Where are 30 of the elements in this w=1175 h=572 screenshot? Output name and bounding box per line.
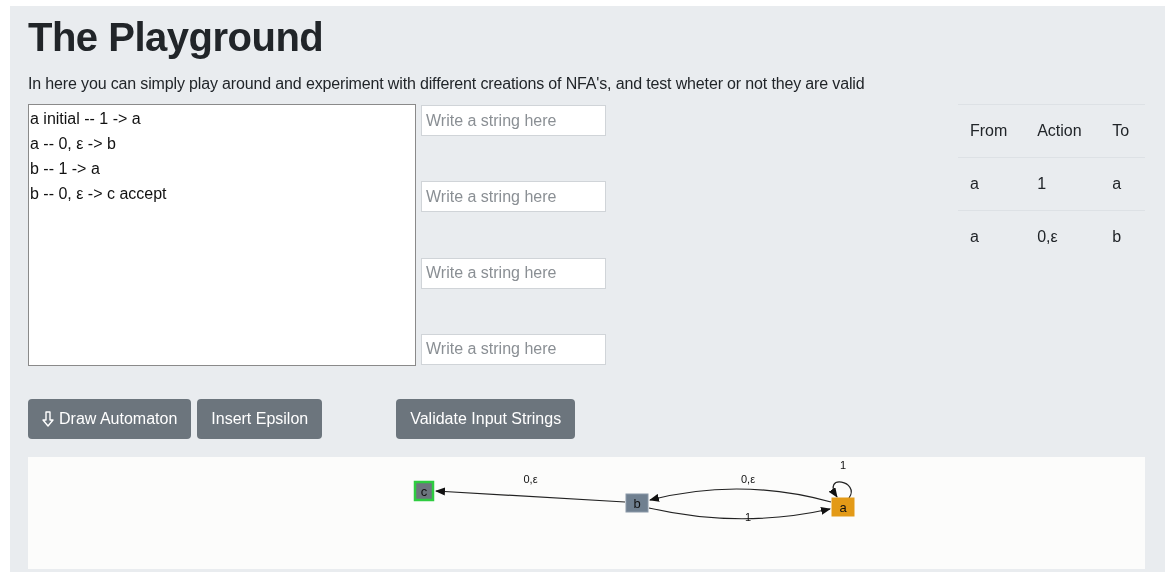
active-state	[831, 497, 855, 517]
state-label: a	[839, 499, 847, 515]
column-header: From	[958, 104, 1026, 158]
table-cell: 1	[1025, 157, 1101, 211]
table-cell: 0,ε	[1025, 210, 1101, 263]
accept-state	[413, 480, 435, 502]
state-label: c	[420, 483, 428, 499]
automaton-definition-field[interactable]: a initial -- 1 -> a a -- 0, ε -> b b -- 1 -> a b -- 0, ε -> c accept	[28, 104, 416, 366]
description-text: In here you can simply play around and experiment with different creations of NFA's, and test wheter or not they are valid	[28, 74, 866, 94]
table-cell: a	[1100, 157, 1145, 211]
column-header: Action	[1025, 104, 1101, 158]
string-input-field[interactable]: Write a string here	[421, 181, 606, 213]
string-input-field[interactable]: Write a string here	[421, 257, 606, 289]
validate-button[interactable]: Validate Input Strings	[396, 399, 576, 439]
table-cell: a	[958, 157, 1026, 211]
page-title: The Playground	[28, 14, 325, 61]
transition-label: 1	[744, 511, 752, 523]
draw-automaton-button[interactable]: Draw Automaton	[28, 399, 192, 439]
state-label: b	[633, 495, 641, 511]
state-node	[625, 493, 649, 513]
insert-button[interactable]: Insert Epsilon	[197, 399, 323, 439]
table-cell: b	[1100, 210, 1145, 263]
string-input-field[interactable]: Write a string here	[421, 334, 606, 365]
column-header: To	[1100, 104, 1145, 158]
down-arrow-icon	[42, 411, 54, 427]
transition-label: 0,ε	[523, 473, 538, 485]
string-input-field[interactable]: Write a string here	[421, 105, 606, 136]
transition-label: 1	[839, 459, 847, 471]
transition-label: 0,ε	[740, 473, 756, 485]
table-cell: a	[958, 210, 1026, 263]
